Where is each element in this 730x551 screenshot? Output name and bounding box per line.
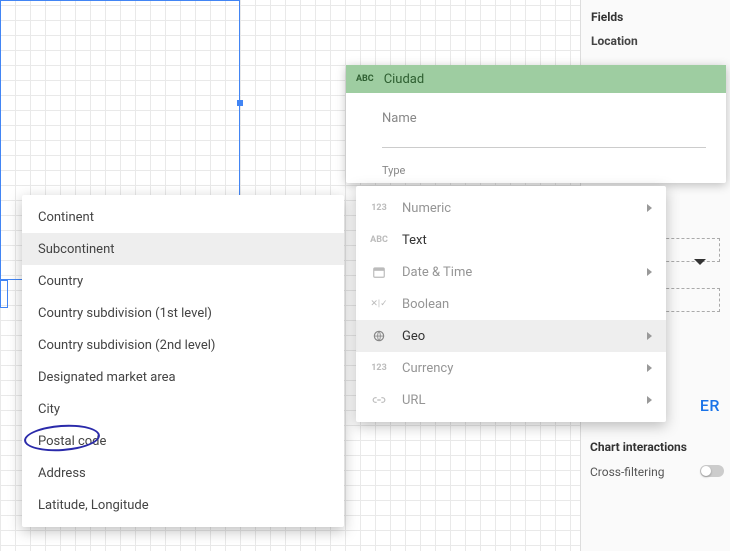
chevron-right-icon	[647, 364, 652, 372]
text-type-icon: ABC	[356, 74, 374, 84]
fields-heading: Fields	[591, 10, 720, 24]
type-dropdown-menu: 123 Numeric ABC Text Date & Time ✕|✓ Boolean Ge…	[356, 186, 666, 422]
chevron-right-icon	[647, 204, 652, 212]
type-option-icon	[370, 265, 388, 279]
field-editor-header: ABC Ciudad	[346, 65, 726, 93]
chevron-down-icon	[694, 259, 706, 265]
type-select-label: Type	[382, 164, 706, 177]
type-option-icon	[370, 393, 388, 407]
type-option-label: Boolean	[402, 297, 652, 312]
type-option-label: Numeric	[402, 201, 633, 216]
geo-option-designated-market-area[interactable]: Designated market area	[22, 361, 344, 393]
geo-option-country-subdivision-nd-level-[interactable]: Country subdivision (2nd level)	[22, 329, 344, 361]
geo-option-country-subdivision-st-level-[interactable]: Country subdivision (1st level)	[22, 297, 344, 329]
name-input[interactable]	[382, 126, 706, 148]
type-option-numeric[interactable]: 123 Numeric	[356, 192, 666, 224]
globe-icon	[372, 329, 386, 343]
link-icon	[372, 393, 386, 407]
chevron-right-icon	[647, 268, 652, 276]
cross-filtering-toggle[interactable]	[700, 465, 724, 477]
type-option-date-time[interactable]: Date & Time	[356, 256, 666, 288]
type-option-icon	[370, 329, 388, 343]
geo-option-latitude-longitude[interactable]: Latitude, Longitude	[22, 489, 344, 521]
geo-option-city[interactable]: City	[22, 393, 344, 425]
type-option-text[interactable]: ABC Text	[356, 224, 666, 256]
type-select-caret[interactable]	[694, 250, 706, 269]
type-option-icon: 123	[370, 363, 388, 373]
geo-submenu: ContinentSubcontinentCountryCountry subd…	[22, 195, 344, 527]
cross-filtering-label: Cross-filtering	[590, 465, 665, 479]
type-option-label: URL	[402, 393, 633, 408]
filter-link[interactable]: ER	[700, 396, 720, 415]
type-option-label: Date & Time	[402, 265, 633, 280]
type-option-currency[interactable]: 123 Currency	[356, 352, 666, 384]
geo-option-address[interactable]: Address	[22, 457, 344, 489]
chevron-right-icon	[647, 396, 652, 404]
type-option-label: Text	[402, 233, 652, 248]
type-option-label: Geo	[402, 329, 633, 344]
type-option-boolean[interactable]: ✕|✓ Boolean	[356, 288, 666, 320]
location-heading: Location	[591, 34, 720, 48]
type-option-url[interactable]: URL	[356, 384, 666, 416]
type-option-geo[interactable]: Geo	[356, 320, 666, 352]
type-option-label: Currency	[402, 361, 633, 376]
field-name-display: Ciudad	[384, 72, 425, 87]
geo-option-country[interactable]: Country	[22, 265, 344, 297]
type-option-icon: ✕|✓	[370, 299, 388, 309]
chevron-right-icon	[647, 332, 652, 340]
chart-interactions-heading: Chart interactions	[590, 440, 687, 454]
selection-outline-2[interactable]	[0, 280, 8, 308]
type-option-icon: ABC	[370, 235, 388, 245]
calendar-icon	[372, 265, 386, 279]
geo-option-continent[interactable]: Continent	[22, 201, 344, 233]
geo-option-subcontinent[interactable]: Subcontinent	[22, 233, 344, 265]
type-option-icon: 123	[370, 203, 388, 213]
field-editor-popup: ABC Ciudad Name Type	[346, 65, 726, 183]
geo-option-postal-code[interactable]: Postal code	[22, 425, 344, 457]
name-input-label: Name	[382, 111, 706, 126]
resize-handle-e[interactable]	[237, 100, 243, 106]
